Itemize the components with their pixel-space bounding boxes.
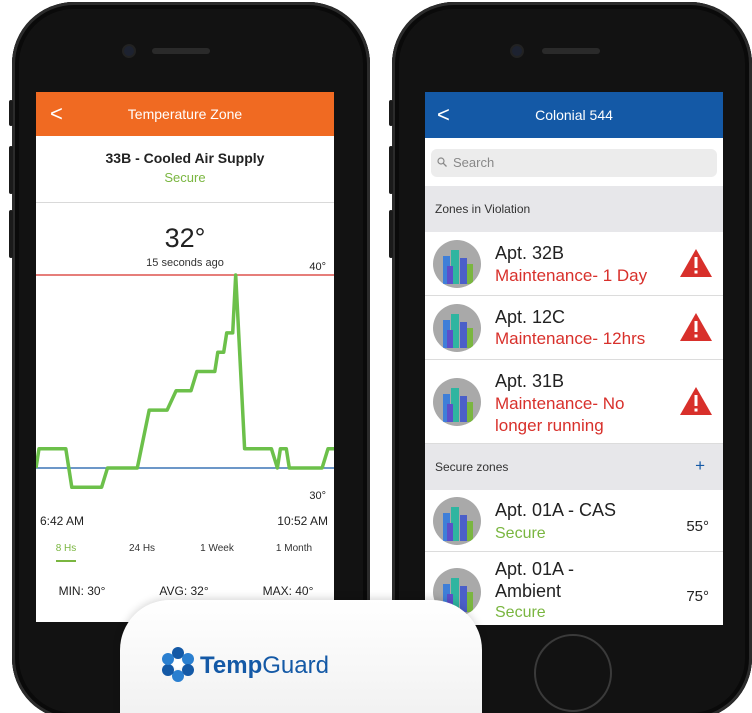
stat-avg: AVG: 32° <box>159 584 209 598</box>
zone-name: Apt. 31B <box>495 371 565 391</box>
zone-name: Apt. 12C <box>495 307 566 327</box>
zone-name-line-2: Ambient <box>495 581 562 601</box>
home-button[interactable] <box>534 634 612 712</box>
zone-status: Maintenance- 12hrs <box>495 329 646 348</box>
search-placeholder: Search <box>453 155 495 170</box>
secure-section-header: Secure zones + <box>425 444 723 490</box>
temperature-chart <box>36 273 334 490</box>
volume-down-button <box>389 210 393 258</box>
active-tab-indicator <box>56 560 76 562</box>
building-avatar-icon <box>433 304 481 352</box>
brand-temp: Temp <box>200 652 263 679</box>
tab-1-month[interactable]: 1 Month <box>276 543 312 554</box>
last-updated: 15 seconds ago <box>146 257 224 269</box>
zone-name: 33B - Cooled Air Supply <box>105 150 265 166</box>
list-item[interactable]: Apt. 01A - Ambient Secure 75° <box>425 552 723 625</box>
front-camera <box>512 46 522 56</box>
volume-up-button <box>9 146 13 194</box>
zone-temperature: 75° <box>686 588 709 605</box>
building-avatar-icon <box>433 240 481 288</box>
earpiece-speaker <box>542 48 600 54</box>
section-title: Zones in Violation <box>435 202 531 216</box>
zone-status: Secure <box>164 170 206 185</box>
list-item[interactable]: Apt. 01A - CAS Secure 55° <box>425 490 723 552</box>
mute-switch <box>389 100 393 126</box>
tab-24-hours[interactable]: 24 Hs <box>129 543 155 554</box>
search-icon <box>437 157 447 167</box>
tempguard-brand: TempGuard <box>200 652 329 680</box>
warning-icon <box>680 387 712 415</box>
zone-status: Secure <box>495 525 546 542</box>
front-camera <box>124 46 134 56</box>
mute-switch <box>9 100 13 126</box>
section-title: Secure zones <box>435 460 509 474</box>
brand-guard: Guard <box>262 652 329 679</box>
upper-limit-label: 40° <box>309 261 326 273</box>
lower-limit-label: 30° <box>309 490 326 502</box>
temperature-zone-screen: < Temperature Zone 33B - Cooled Air Supp… <box>36 92 334 622</box>
stat-min: MIN: 30° <box>58 584 106 598</box>
search-bar: Search <box>425 138 723 186</box>
zone-status-line-1: Maintenance- No <box>495 394 625 413</box>
zone-status: Maintenance- 1 Day <box>495 266 648 285</box>
zone-name-line-1: Apt. 01A - <box>495 559 575 579</box>
add-zone-button[interactable]: + <box>695 456 705 476</box>
volume-down-button <box>9 210 13 258</box>
list-item[interactable]: Apt. 12C Maintenance- 12hrs <box>425 296 723 360</box>
zone-status-line-2: longer running <box>495 416 604 435</box>
page-title: Temperature Zone <box>127 106 243 122</box>
volume-up-button <box>389 146 393 194</box>
time-start-label: 6:42 AM <box>40 514 85 528</box>
list-item[interactable]: Apt. 32B Maintenance- 1 Day <box>425 232 723 296</box>
nav-header: < Colonial 544 <box>425 92 723 138</box>
violations-section-header: Zones in Violation <box>425 186 723 232</box>
building-avatar-icon <box>433 378 481 426</box>
zone-status: Secure <box>495 604 546 621</box>
current-temperature: 32° <box>164 223 206 253</box>
zone-list-screen: < Colonial 544 Search Zones in Violation… <box>425 92 723 625</box>
zone-temperature: 55° <box>686 518 709 535</box>
tempguard-sensor-device: TempGuard <box>120 600 482 713</box>
time-end-label: 10:52 AM <box>277 514 328 528</box>
warning-icon <box>680 249 712 277</box>
nav-header: < Temperature Zone <box>36 92 334 136</box>
tab-1-week[interactable]: 1 Week <box>200 543 234 554</box>
zone-name: Apt. 32B <box>495 243 565 263</box>
tab-8-hours[interactable]: 8 Hs <box>56 543 77 554</box>
list-item[interactable]: Apt. 31B Maintenance- No longer running <box>425 360 723 444</box>
temperature-series-line <box>36 273 334 490</box>
stat-max: MAX: 40° <box>262 584 314 598</box>
warning-icon <box>680 313 712 341</box>
zone-name: Apt. 01A - CAS <box>495 500 617 520</box>
page-title: Colonial 544 <box>535 107 613 123</box>
building-avatar-icon <box>433 497 481 545</box>
search-input[interactable]: Search <box>431 149 717 177</box>
divider <box>36 202 334 203</box>
earpiece-speaker <box>152 48 210 54</box>
tempguard-logo-icon <box>162 647 194 682</box>
